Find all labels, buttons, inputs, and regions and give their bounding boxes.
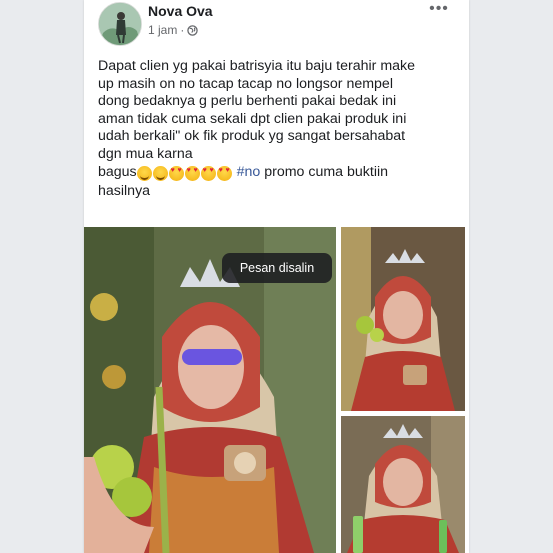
heart-eyes-emoji: [184, 166, 200, 182]
post-text-segment: promo cuma buktiin: [260, 163, 389, 180]
post-photo-main[interactable]: Pesan disalin: [84, 227, 336, 553]
grinning-sweat-emoji: [136, 166, 152, 182]
post-header: Nova Ova 1 jam · •••: [84, 0, 469, 48]
photo-grid: Pesan disalin: [84, 227, 469, 553]
post-text-line: aman tidak cuma sekali dpt clien pakai p…: [98, 110, 407, 127]
photo-2-image: [341, 227, 465, 411]
post-text-line: dong bedaknya g perlu berhenti pakai bed…: [98, 93, 397, 110]
post-text-line: hasilnya: [98, 183, 151, 200]
author-name[interactable]: Nova Ova: [148, 3, 213, 19]
post-text-segment: bagus: [98, 163, 137, 180]
grinning-sweat-emoji: [152, 166, 168, 182]
post-timestamp[interactable]: 1 jam: [148, 23, 177, 37]
photo-3-image: [341, 416, 465, 553]
post-text-line: Dapat clien yg pakai batrisyia itu baju …: [98, 58, 416, 74]
post-meta: 1 jam ·: [148, 23, 199, 37]
post-photo-3[interactable]: [341, 416, 465, 553]
post-text: Dapat clien yg pakai batrisyia itu baju …: [98, 58, 458, 201]
heart-eyes-emoji: [200, 166, 216, 182]
post-text-line: up masih on no tacap tacap no longsor ne…: [98, 75, 393, 92]
copied-toast: Pesan disalin: [222, 253, 332, 283]
avatar[interactable]: [98, 2, 142, 46]
post-text-line: udah berkali" ok fik produk yg sangat be…: [98, 128, 406, 145]
avatar-image: [99, 3, 141, 45]
post-text-line: dgn mua karna: [98, 145, 193, 162]
post-text-line: bagus #no promo cuma buktiin: [98, 164, 458, 184]
meta-separator: ·: [180, 23, 185, 37]
heart-eyes-emoji: [216, 166, 232, 182]
hashtag-link[interactable]: #no: [237, 164, 261, 180]
emoji-group: [136, 166, 233, 184]
globe-icon: [187, 24, 199, 36]
facebook-post: Nova Ova 1 jam · ••• Dapat clien yg paka…: [84, 0, 469, 553]
post-photo-2[interactable]: [341, 227, 465, 411]
more-options-icon[interactable]: •••: [426, 0, 452, 20]
heart-eyes-emoji: [168, 166, 184, 182]
